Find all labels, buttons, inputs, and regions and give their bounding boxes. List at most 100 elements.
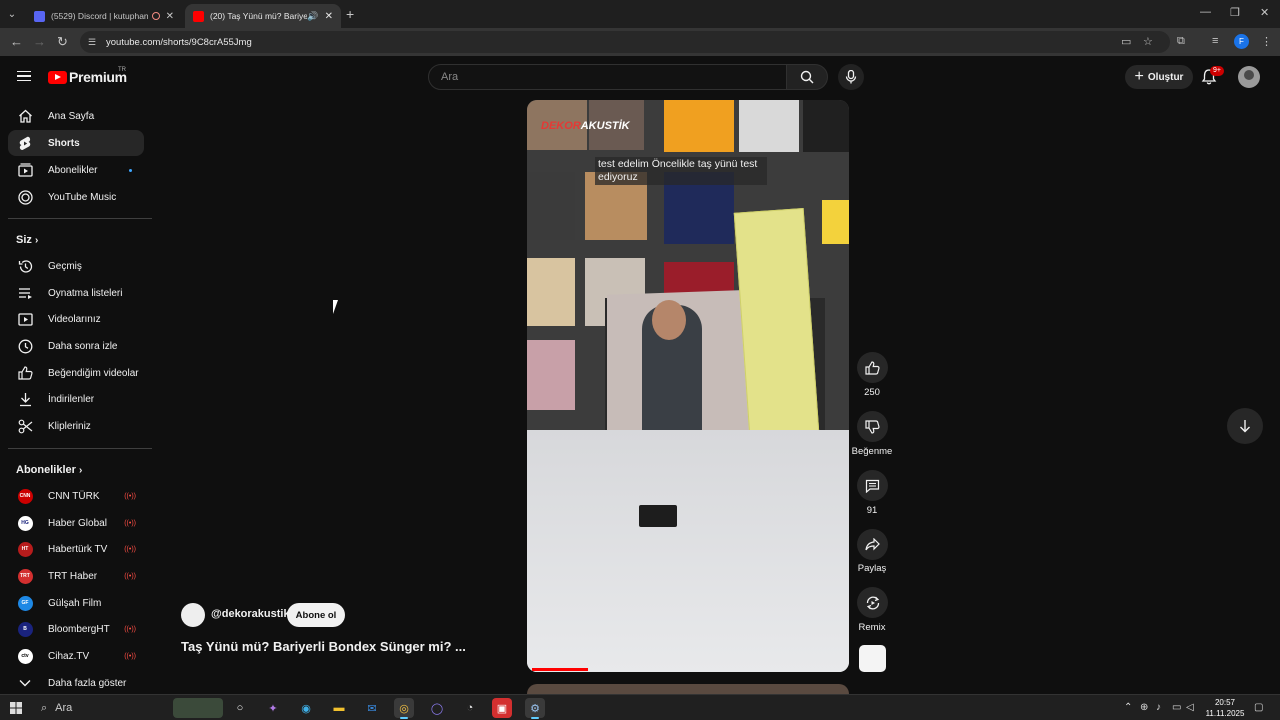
task-view-icon[interactable]: ○ xyxy=(230,698,250,718)
sidebar-channel-trt-haber[interactable]: TRT TRT Haber ((•)) xyxy=(8,563,144,589)
reload-icon[interactable]: ↻ xyxy=(57,34,68,50)
bookmark-star-icon[interactable]: ☆ xyxy=(1143,35,1153,48)
next-short-button[interactable] xyxy=(1227,408,1263,444)
windows-taskbar: ⌕ Ara ○ ✦ ◉ ▬ ✉ ◎ ◯ ◔ ▣ ⚙ ⌃ ⊕ ♪ ▭ ◁ 20:5… xyxy=(0,694,1280,720)
sidebar-item-playlists[interactable]: Oynatma listeleri xyxy=(8,280,144,306)
search-icon: ⌕ xyxy=(41,701,48,714)
account-avatar[interactable] xyxy=(1238,66,1260,88)
share-button[interactable] xyxy=(857,529,888,560)
video-caption: test edelim Öncelikle taş yünü test ediy… xyxy=(595,157,767,185)
live-icon: ((•)) xyxy=(124,545,136,553)
subscriptions-section-header[interactable]: Abonelikler › xyxy=(16,464,82,476)
site-info-icon[interactable]: ☰ xyxy=(88,37,98,47)
search-input[interactable]: Ara xyxy=(428,64,787,90)
live-icon: ((•)) xyxy=(124,625,136,633)
you-section-header[interactable]: Siz › xyxy=(16,234,38,246)
network-icon[interactable]: ▭ xyxy=(1172,702,1181,713)
short-video-player[interactable]: DEKORAKUSTİK test edelim Öncelikle taş y… xyxy=(527,100,849,672)
volume-icon[interactable]: ◁ xyxy=(1186,702,1194,713)
create-button[interactable]: + Oluştur xyxy=(1125,65,1193,89)
tab-search-button[interactable]: ⌄ xyxy=(2,5,22,23)
sidebar-channel-cnn-turk[interactable]: CNN CNN TÜRK ((•)) xyxy=(8,483,144,509)
video-title[interactable]: Taş Yünü mü? Bariyerli Bondex Sünger mi?… xyxy=(181,639,466,654)
tab-youtube[interactable]: (20) Taş Yünü mü? Bariyerli 🔊 ✕ xyxy=(185,4,341,28)
sidebar-channel-cihaz-tv[interactable]: ctv Cihaz.TV ((•)) xyxy=(8,643,144,669)
test-device xyxy=(639,505,677,527)
extensions-icon[interactable]: ⧉ xyxy=(1177,35,1185,48)
share-label: Paylaş xyxy=(857,563,887,574)
channel-label: BloombergHT xyxy=(48,623,110,635)
tray-overflow-icon[interactable]: ⌃ xyxy=(1124,702,1132,713)
forward-icon[interactable]: → xyxy=(33,34,46,49)
microphone-icon xyxy=(845,70,857,84)
sidebar-item-your-videos[interactable]: Videolarınız xyxy=(8,306,144,332)
cast-icon[interactable]: ▭ xyxy=(1121,35,1131,48)
app-red-icon[interactable]: ▣ xyxy=(492,698,512,718)
share-icon xyxy=(865,538,880,551)
copilot-icon[interactable]: ✦ xyxy=(263,698,283,718)
minimize-icon[interactable]: — xyxy=(1200,6,1211,18)
sidebar-item-subscriptions[interactable]: Abonelikler xyxy=(8,157,144,183)
menu-icon[interactable]: ⋮ xyxy=(1261,35,1272,48)
restore-icon[interactable]: ❐ xyxy=(1230,6,1240,19)
chevron-down-icon xyxy=(16,675,34,691)
notifications-icon[interactable]: ▢ xyxy=(1254,702,1263,713)
audio-playing-icon[interactable]: 🔊 xyxy=(307,11,318,22)
sidebar-item-youtube-music[interactable]: YouTube Music xyxy=(8,184,144,210)
close-tab-icon[interactable]: ✕ xyxy=(325,11,333,22)
microphone-tray-icon[interactable]: ♪ xyxy=(1156,702,1161,713)
sidebar-item-history[interactable]: Geçmiş xyxy=(8,253,144,279)
edge-icon[interactable]: ◉ xyxy=(296,698,316,718)
chrome-icon[interactable]: ◎ xyxy=(394,698,414,719)
sidebar-show-more[interactable]: Daha fazla göster xyxy=(8,670,144,696)
scissors-icon xyxy=(16,418,34,434)
audio-source-thumbnail[interactable] xyxy=(859,645,886,672)
file-explorer-icon[interactable]: ▬ xyxy=(329,698,349,718)
dislike-button[interactable] xyxy=(857,411,888,442)
sidebar-channel-haberturk-tv[interactable]: HT Habertürk TV ((•)) xyxy=(8,536,144,562)
remix-button[interactable] xyxy=(857,587,888,618)
channel-avatar[interactable] xyxy=(181,603,205,627)
sidebar-channel-gulsah-film[interactable]: GF Gülşah Film xyxy=(8,590,144,616)
sidebar-channel-haber-global[interactable]: HG Haber Global ((•)) xyxy=(8,510,144,536)
sidebar-item-shorts[interactable]: Shorts xyxy=(8,130,144,156)
windows-start-icon[interactable] xyxy=(10,702,22,714)
arrow-down-icon xyxy=(1240,420,1250,433)
profile-avatar[interactable]: F xyxy=(1234,34,1249,49)
hamburger-menu-icon[interactable] xyxy=(17,71,31,81)
sidebar-item-clips[interactable]: Klipleriniz xyxy=(8,413,144,439)
voice-search-button[interactable] xyxy=(838,64,864,90)
channel-avatar: HT xyxy=(17,541,33,557)
channel-name[interactable]: @dekorakustik xyxy=(211,608,290,620)
sidebar-item-liked-videos[interactable]: Beğendiğim videolar xyxy=(8,360,144,386)
sidebar-item-watch-later[interactable]: Daha sonra izle xyxy=(8,333,144,359)
youtube-premium-logo[interactable]: Premium TR xyxy=(48,67,127,85)
obs-icon[interactable]: ◔ xyxy=(460,698,480,718)
sidebar-item-label: Geçmiş xyxy=(48,260,82,272)
app-icon[interactable]: ◯ xyxy=(427,698,447,718)
tab-discord[interactable]: (5529) Discord | kutuphane ✕ xyxy=(26,4,182,28)
logo-part-b: AKUSTİK xyxy=(580,120,630,132)
search-button[interactable] xyxy=(786,64,828,90)
media-controls-icon[interactable]: ≡ xyxy=(1212,35,1218,47)
steam-icon[interactable]: ⚙ xyxy=(525,698,545,719)
sidebar-item-home[interactable]: Ana Sayfa xyxy=(8,103,144,129)
outlook-icon[interactable]: ✉ xyxy=(362,698,382,718)
close-window-icon[interactable]: ✕ xyxy=(1260,6,1269,19)
tab-title: (5529) Discord | kutuphane xyxy=(51,11,148,21)
close-tab-icon[interactable]: ✕ xyxy=(166,11,174,22)
back-icon[interactable]: ← xyxy=(10,34,23,49)
clock[interactable]: 20:57 11.11.2025 xyxy=(1200,697,1250,719)
sidebar-item-downloads[interactable]: İndirilenler xyxy=(8,386,144,412)
like-button[interactable] xyxy=(857,352,888,383)
subscribe-button[interactable]: Abone ol xyxy=(287,603,345,627)
address-bar[interactable]: ☰ youtube.com/shorts/9C8crA55Jmg xyxy=(80,31,1170,53)
sidebar-channel-bloomberght[interactable]: B BloombergHT ((•)) xyxy=(8,616,144,642)
comments-button[interactable] xyxy=(857,470,888,501)
video-progress-bar[interactable] xyxy=(532,668,588,671)
new-tab-button[interactable]: + xyxy=(346,6,354,22)
search-highlight-image[interactable] xyxy=(173,698,223,718)
tray-app-icon[interactable]: ⊕ xyxy=(1140,702,1148,713)
thumbs-up-icon xyxy=(865,360,880,375)
channel-avatar: TRT xyxy=(17,568,33,584)
